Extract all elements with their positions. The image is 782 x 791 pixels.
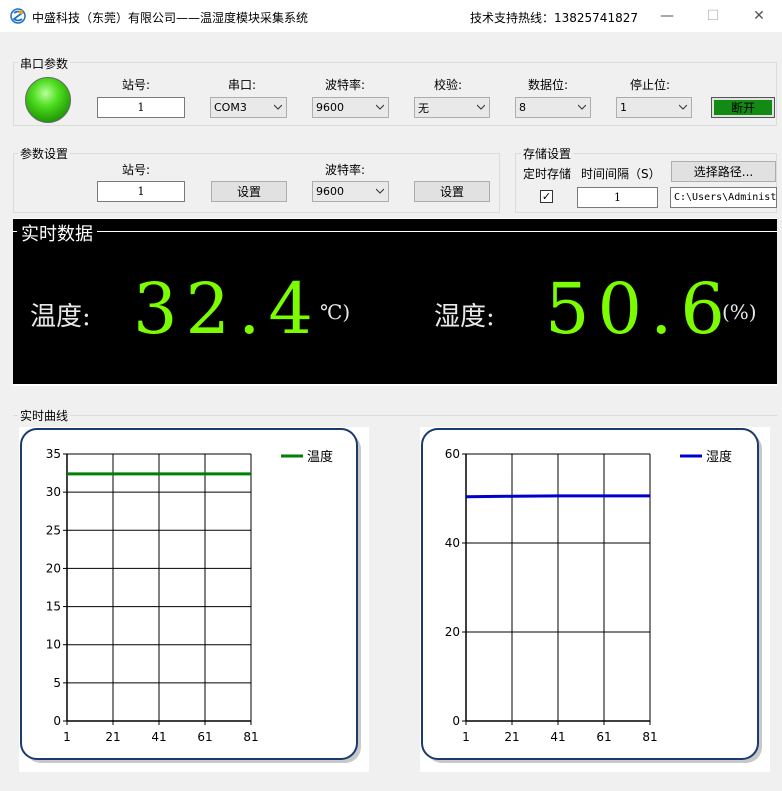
y-tick-label: 20 [445, 625, 460, 639]
storage-settings-title: 存储设置 [521, 145, 574, 162]
parity-select[interactable]: 无 [414, 97, 490, 118]
stopbits-label: 停止位: [630, 78, 671, 92]
chevron-down-icon [376, 188, 384, 194]
x-tick-label: 61 [596, 730, 611, 744]
port-value: COM3 [214, 101, 247, 114]
interval-label: 时间间隔（S） [581, 167, 661, 181]
window-title: 中盛科技（东莞）有限公司——温湿度模块采集系统 [32, 11, 309, 25]
y-tick-label: 60 [445, 447, 460, 461]
legend-label: 湿度 [706, 449, 732, 465]
y-tick-label: 35 [46, 447, 61, 461]
x-tick-label: 81 [243, 730, 258, 744]
y-tick-label: 40 [445, 536, 460, 550]
timed-storage-label: 定时存储 [523, 167, 572, 181]
realtime-title: 实时数据 [17, 220, 97, 246]
baud-select[interactable]: 9600 [312, 97, 389, 118]
param-station-input[interactable]: 1 [97, 181, 185, 202]
legend-label: 温度 [307, 449, 333, 465]
temperature-label: 温度: [30, 302, 91, 332]
humidity-label: 湿度: [434, 302, 495, 332]
x-tick-label: 41 [151, 730, 166, 744]
param-baud-label: 波特率: [325, 163, 366, 177]
set-baud-button[interactable]: 设置 [414, 181, 490, 202]
param-station-label: 站号: [122, 163, 151, 177]
maximize-button[interactable]: ☐ [690, 0, 736, 32]
stopbits-select[interactable]: 1 [616, 97, 692, 118]
chevron-down-icon [274, 104, 282, 110]
chevron-down-icon [376, 104, 384, 110]
realtime-divider [13, 231, 777, 232]
serial-params-title: 串口参数 [18, 55, 71, 72]
x-tick-label: 1 [63, 730, 71, 744]
close-button[interactable]: ✕ [736, 0, 782, 32]
y-tick-label: 5 [53, 676, 61, 690]
chevron-down-icon [578, 104, 586, 110]
databits-value: 8 [519, 101, 526, 114]
disconnect-button[interactable]: 断开 [711, 97, 775, 118]
param-settings-title: 参数设置 [18, 145, 71, 162]
x-tick-label: 61 [197, 730, 212, 744]
databits-select[interactable]: 8 [515, 97, 591, 118]
y-tick-label: 0 [452, 714, 460, 728]
x-tick-label: 81 [642, 730, 657, 744]
y-tick-label: 30 [46, 485, 61, 499]
parity-value: 无 [418, 101, 429, 115]
x-tick-label: 21 [504, 730, 519, 744]
set-station-button[interactable]: 设置 [211, 181, 287, 202]
minimize-button[interactable]: — [644, 0, 690, 32]
series-line-湿度 [465, 494, 650, 499]
choose-path-button[interactable]: 选择路径... [671, 161, 776, 182]
param-baud-select[interactable]: 9600 [312, 181, 389, 202]
chevron-down-icon [477, 104, 485, 110]
support-hotline: 技术支持热线：13825741827 [470, 11, 638, 25]
app-logo-icon [10, 8, 26, 24]
databits-label: 数据位: [528, 78, 569, 92]
param-baud-value: 9600 [316, 185, 344, 198]
station-input[interactable]: 1 [97, 97, 185, 118]
connection-status-light [25, 77, 71, 123]
temperature-value: 32.4 [133, 268, 321, 350]
port-label: 串口: [228, 78, 257, 92]
humidity-value: 50.6 [545, 268, 733, 350]
timed-storage-checkbox[interactable]: ✓ [540, 190, 553, 203]
y-tick-label: 20 [46, 561, 61, 575]
humidity-unit: (%) [722, 300, 757, 324]
interval-input[interactable]: 1 [577, 187, 658, 208]
chart-frame [421, 428, 759, 760]
storage-path-input[interactable]: C:\Users\Administ [670, 187, 777, 208]
temperature-chart: 1 21 41 61 81 0 5 10 15 20 25 30 35 温度 [19, 427, 369, 772]
x-tick-label: 21 [105, 730, 120, 744]
port-select[interactable]: COM3 [210, 97, 287, 118]
stopbits-value: 1 [620, 101, 627, 114]
disconnect-button-label: 断开 [714, 100, 772, 115]
chart-frame [20, 428, 358, 760]
baud-value: 9600 [316, 101, 344, 114]
y-tick-label: 10 [46, 638, 61, 652]
temperature-unit: ℃) [320, 300, 351, 324]
station-label: 站号: [122, 78, 151, 92]
humidity-chart: 1 21 41 61 81 0 20 40 60 湿度 [420, 427, 770, 772]
x-tick-label: 1 [462, 730, 470, 744]
y-tick-label: 15 [46, 600, 61, 614]
x-tick-label: 41 [550, 730, 565, 744]
y-tick-label: 0 [53, 714, 61, 728]
chevron-down-icon [679, 104, 687, 110]
baud-label: 波特率: [325, 78, 366, 92]
realtime-curves-title: 实时曲线 [18, 407, 71, 424]
y-tick-label: 25 [46, 523, 61, 537]
parity-label: 校验: [434, 78, 463, 92]
